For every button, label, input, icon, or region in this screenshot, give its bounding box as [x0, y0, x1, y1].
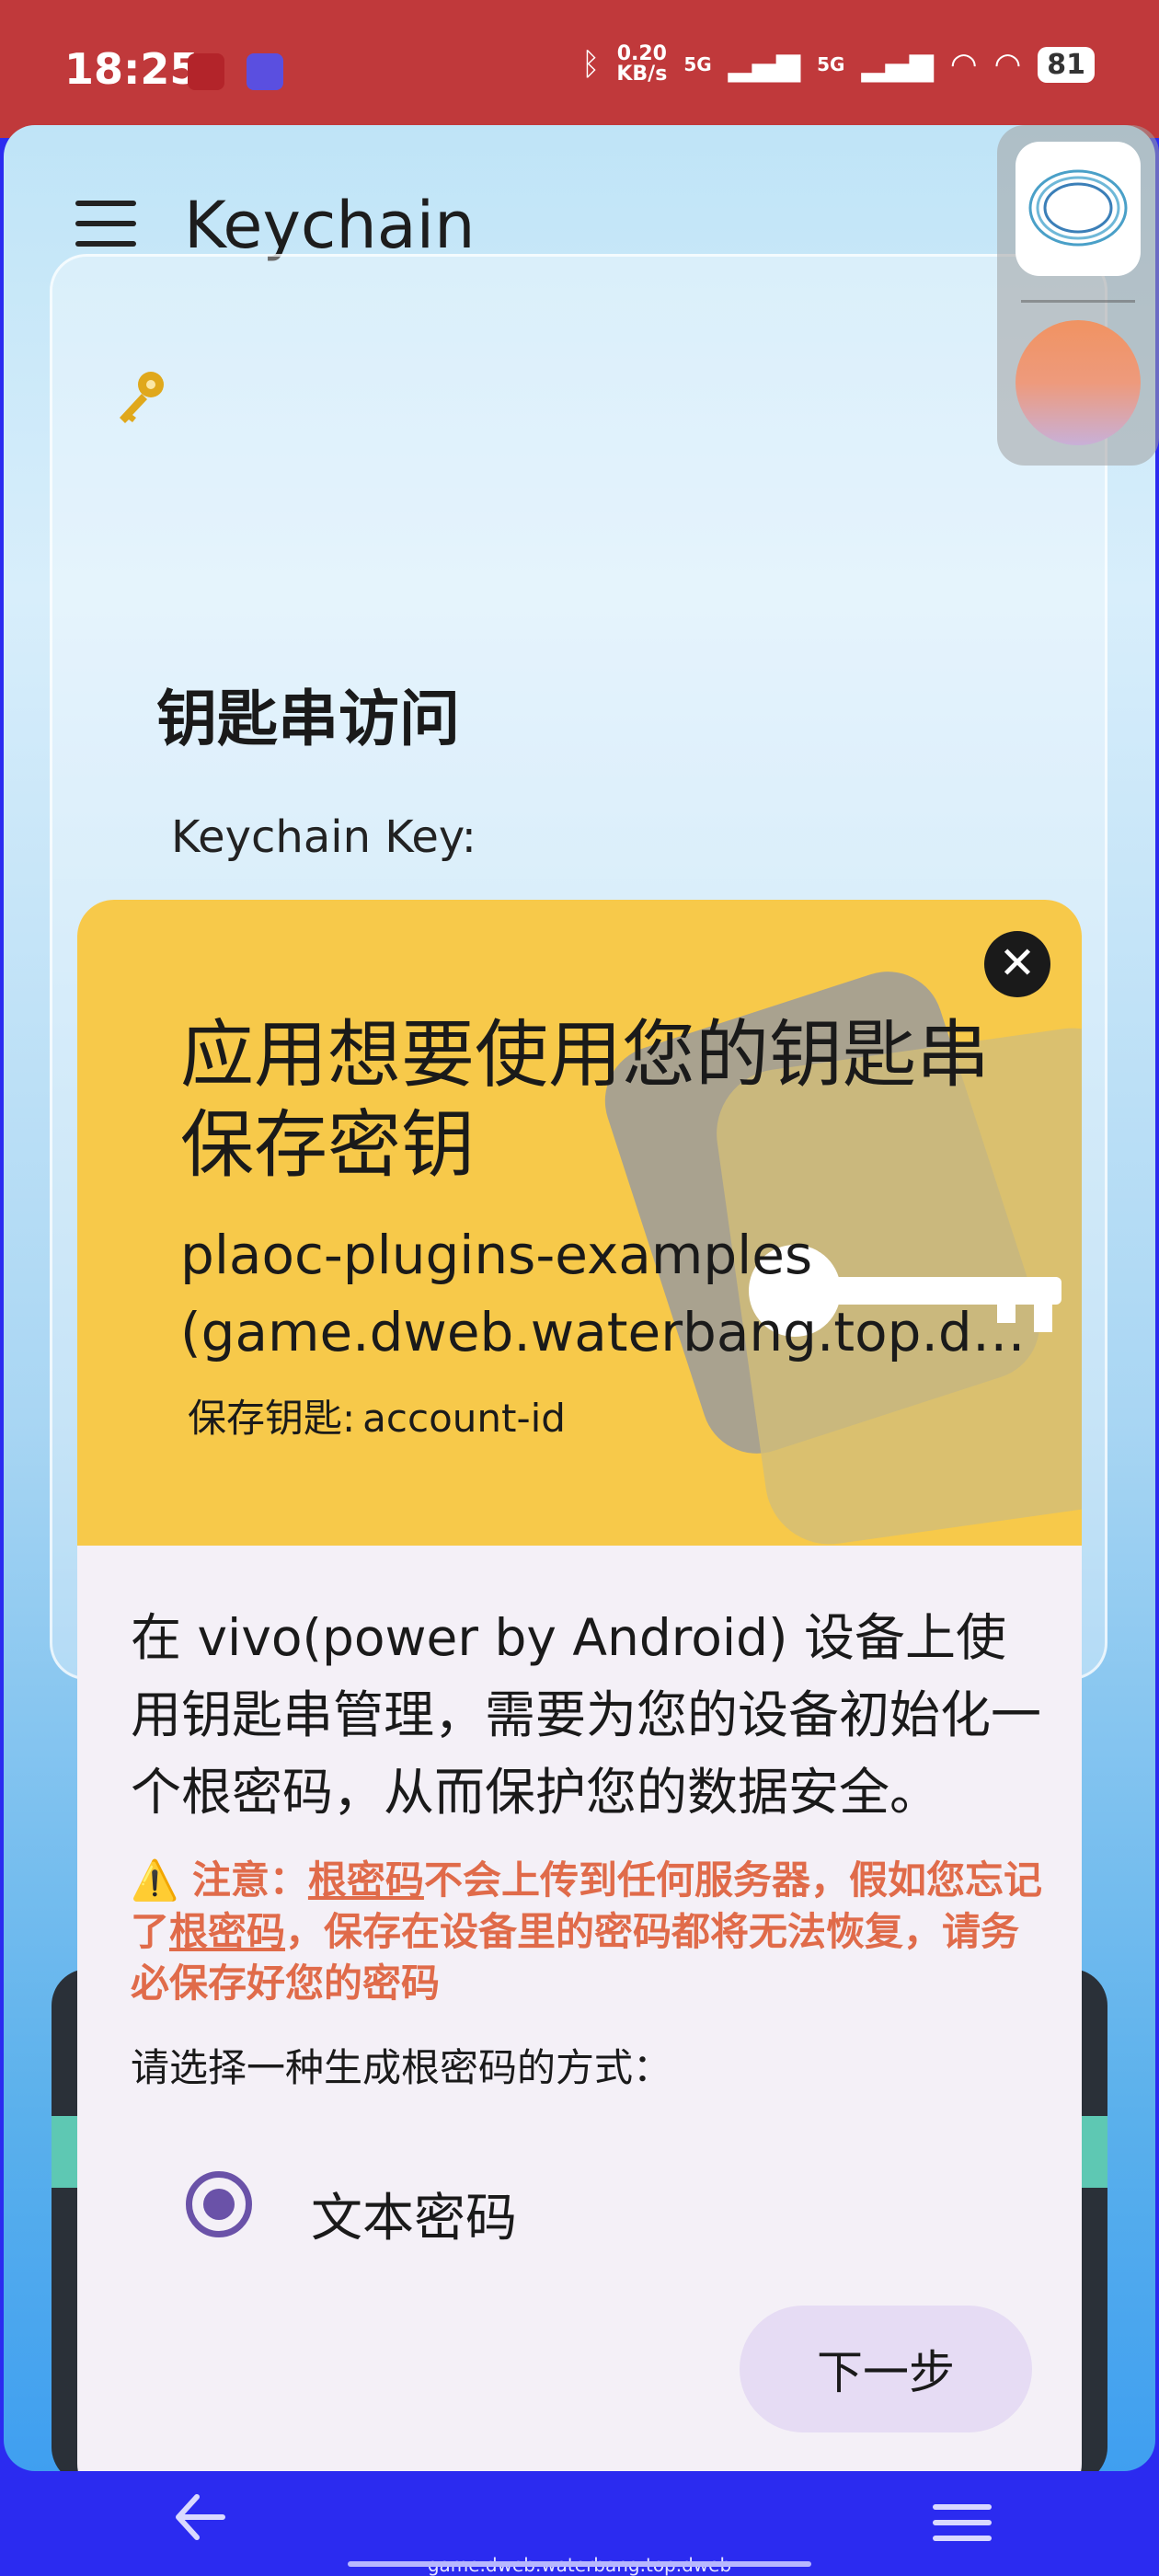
status-time: 18:25 — [64, 44, 200, 94]
card-heading: 钥匙串访问 — [156, 684, 460, 754]
floating-bubble-button[interactable] — [1016, 320, 1141, 445]
status-bar: 18:25 ᛒ 0.20 KB/s 5G ▂▄▆ 5G ▂▄▆ ◠ ◠ 81 — [0, 0, 1159, 138]
battery-icon: 81 — [1038, 46, 1095, 83]
wifi-icon: ◠ — [949, 46, 978, 83]
network-type-label: 5G — [817, 53, 845, 75]
network-speed: 0.20 KB/s — [616, 44, 667, 85]
root-password-link[interactable]: 根密码 — [308, 1857, 424, 1903]
save-key-label: 保存钥匙: — [188, 1396, 356, 1441]
dialog-header: ✕ 应用想要使用您的钥匙串保存密钥 plaoc-plugins-examples… — [77, 900, 1082, 1546]
network-type-label: 5G — [683, 53, 712, 75]
hamburger-menu-icon[interactable] — [75, 201, 136, 248]
key-icon — [109, 364, 173, 442]
keychain-key-label: Keychain Key: — [171, 811, 476, 863]
page-title: Keychain — [184, 188, 476, 263]
tray-divider — [1021, 300, 1135, 303]
network-speed-value: 0.20 — [616, 42, 667, 65]
next-step-button[interactable]: 下一步 — [740, 2306, 1032, 2432]
text-password-radio[interactable] — [186, 2171, 252, 2237]
notification-app-icon — [247, 53, 283, 90]
bluetooth-icon: ᛒ — [580, 46, 601, 83]
warning-text: ⚠️ 注意：根密码不会上传到任何服务器，假如您忘记了根密码，保存在设备里的密码都… — [131, 1855, 1050, 2009]
root-password-link[interactable]: 根密码 — [169, 1909, 285, 1954]
dialog-description: 在 vivo(power by Android) 设备上使用钥匙串管理，需要为您… — [131, 1608, 1042, 1822]
warning-prefix: ⚠️ 注意： — [131, 1857, 308, 1903]
notification-app-icon — [188, 53, 224, 90]
menu-icon[interactable] — [933, 2504, 992, 2547]
status-icons: ᛒ 0.20 KB/s 5G ▂▄▆ 5G ▂▄▆ ◠ ◠ 81 — [581, 44, 1095, 85]
requesting-app-id: (game.dweb.waterbang.top.dweb) — [180, 1301, 1063, 1363]
save-key-info: 保存钥匙: account-id — [180, 1387, 566, 1443]
signal-icon: ▂▄▆ — [728, 46, 801, 83]
home-indicator[interactable] — [348, 2561, 811, 2567]
navigation-bar: game.dweb.waterbang.top.dweb — [0, 2471, 1159, 2576]
save-key-value: account-id — [362, 1396, 566, 1441]
network-speed-unit: KB/s — [616, 63, 668, 86]
close-button[interactable]: ✕ — [984, 931, 1050, 997]
choose-method-label: 请选择一种生成根密码的方式： — [131, 2045, 672, 2090]
back-arrow-icon[interactable] — [171, 2490, 226, 2545]
text-password-label[interactable]: 文本密码 — [311, 2177, 517, 2251]
keychain-permission-dialog: ✕ 应用想要使用您的钥匙串保存密钥 plaoc-plugins-examples… — [77, 900, 1082, 2501]
wifi-icon: ◠ — [993, 46, 1022, 83]
signal-icon: ▂▄▆ — [861, 46, 934, 83]
requesting-app-name: plaoc-plugins-examples — [180, 1224, 813, 1286]
floating-app-icon[interactable] — [1016, 142, 1141, 276]
dialog-title: 应用想要使用您的钥匙串保存密钥 — [180, 1012, 990, 1188]
